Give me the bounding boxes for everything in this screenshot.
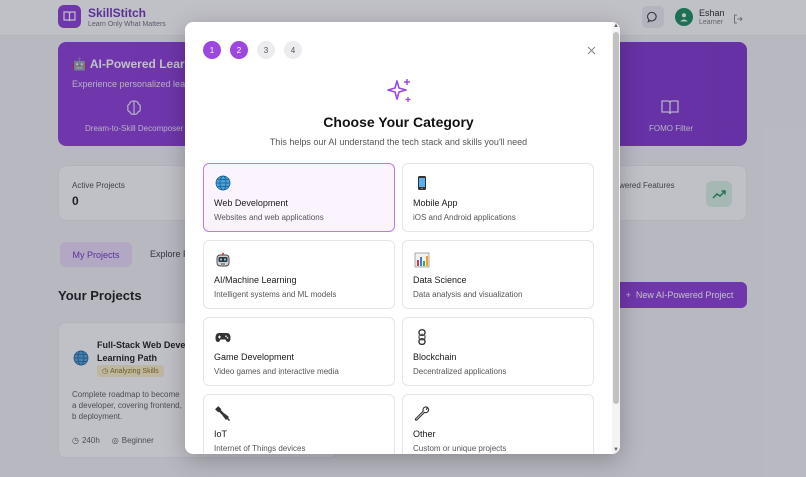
step-4: 4 — [284, 41, 302, 59]
sparkles-icon — [387, 79, 411, 102]
modal-scrollbar[interactable]: ▲ ▼ — [612, 22, 620, 454]
step-3: 3 — [257, 41, 275, 59]
globe-icon — [215, 175, 231, 191]
category-name: Mobile App — [413, 198, 458, 208]
bar-chart-icon — [414, 252, 430, 268]
chain-icon — [418, 329, 426, 345]
category-name: Data Science — [413, 275, 467, 285]
category-description: Internet of Things devices — [214, 444, 306, 453]
step-2: 2 — [230, 41, 248, 59]
category-modal: 1 2 3 4 Choose Your Category This helps … — [185, 22, 620, 454]
category-description: iOS and Android applications — [413, 213, 516, 222]
gamepad-icon — [215, 333, 231, 342]
category-description: Intelligent systems and ML models — [214, 290, 337, 299]
scroll-up-arrow-icon[interactable]: ▲ — [613, 23, 619, 29]
modal-title: Choose Your Category — [323, 114, 474, 130]
category-name: AI/Machine Learning — [214, 275, 297, 285]
scroll-down-arrow-icon[interactable]: ▼ — [613, 447, 619, 453]
category-description: Decentralized applications — [413, 367, 507, 376]
category-description: Websites and web applications — [214, 213, 324, 222]
category-data-science[interactable]: Data Science Data analysis and visualiza… — [402, 240, 594, 309]
category-description: Data analysis and visualization — [413, 290, 523, 299]
close-button[interactable] — [584, 43, 598, 57]
category-iot[interactable]: IoT Internet of Things devices — [203, 394, 395, 454]
category-name: Blockchain — [413, 352, 457, 362]
step-1: 1 — [203, 41, 221, 59]
wrench-icon — [414, 406, 430, 421]
category-description: Video games and interactive media — [214, 367, 339, 376]
modal-subtitle: This helps our AI understand the tech st… — [269, 137, 528, 147]
mobile-phone-icon — [418, 176, 426, 190]
category-ai-machine-learning[interactable]: AI/Machine Learning Intelligent systems … — [203, 240, 395, 309]
category-name: Game Development — [214, 352, 295, 362]
category-name: Other — [413, 429, 436, 439]
category-game-development[interactable]: Game Development Video games and interac… — [203, 317, 395, 386]
category-name: Web Development — [214, 198, 288, 208]
scrollbar-thumb[interactable] — [613, 32, 619, 404]
category-description: Custom or unique projects — [413, 444, 507, 453]
category-other[interactable]: Other Custom or unique projects — [402, 394, 594, 454]
category-mobile-app[interactable]: Mobile App iOS and Android applications — [402, 163, 594, 232]
category-blockchain[interactable]: Blockchain Decentralized applications — [402, 317, 594, 386]
category-web-development[interactable]: Web Development Websites and web applica… — [203, 163, 395, 232]
robot-icon — [216, 252, 230, 267]
satellite-icon — [215, 406, 231, 422]
close-icon — [587, 46, 595, 54]
category-name: IoT — [214, 429, 228, 439]
